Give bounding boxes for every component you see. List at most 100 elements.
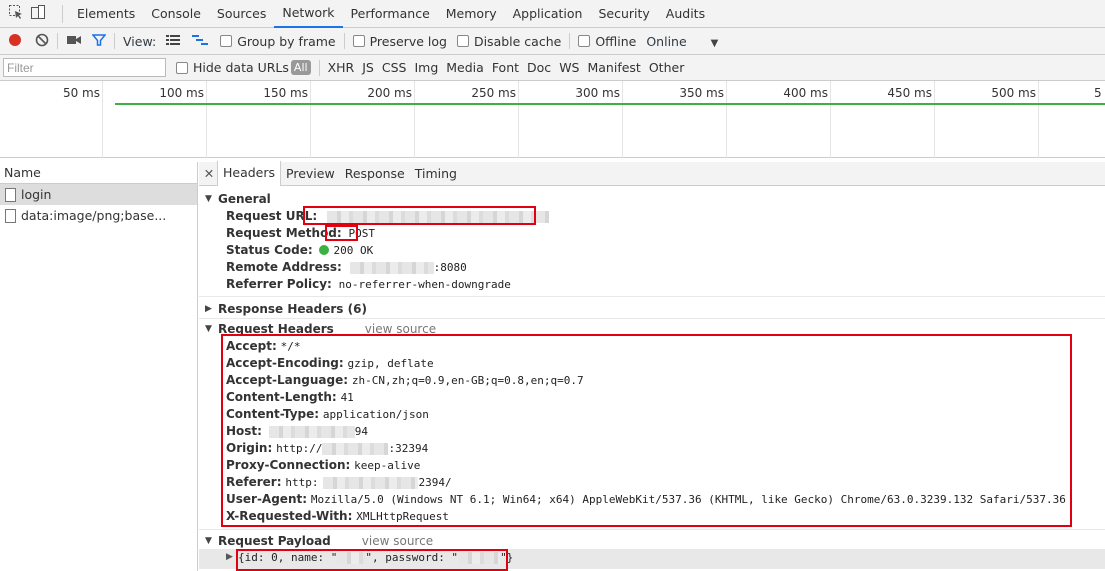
devtools-tabbar: Elements Console Sources Network Perform…: [0, 0, 1105, 28]
close-icon[interactable]: ✕: [201, 166, 217, 181]
filter-type-all[interactable]: All: [290, 60, 311, 75]
tick-label: 50 ms: [62, 86, 100, 100]
record-icon[interactable]: [7, 32, 23, 51]
disable-cache-checkbox[interactable]: Disable cache: [456, 33, 562, 49]
tick-label: 5: [1094, 86, 1102, 100]
url-highlight-box: [303, 206, 536, 225]
checkbox-box: [220, 35, 233, 47]
remote-address-port: :8080: [433, 261, 467, 274]
timeline-overview[interactable]: 50 ms 100 ms 150 ms 200 ms 250 ms 300 ms…: [0, 81, 1105, 158]
filter-type-css[interactable]: CSS: [378, 60, 411, 75]
filter-type-other[interactable]: Other: [645, 60, 689, 75]
tick-label: 400 ms: [783, 86, 828, 100]
status-ok-icon: [319, 245, 330, 255]
detail-tabs: ✕ Headers Preview Response Timing: [199, 161, 1105, 186]
request-row[interactable]: login: [0, 184, 197, 205]
request-timing-bar: [115, 103, 1105, 105]
filter-type-js[interactable]: JS: [358, 60, 378, 75]
grid-line: [934, 81, 935, 158]
tab-security[interactable]: Security: [590, 0, 657, 28]
general-section-header[interactable]: ▼ General: [199, 192, 1105, 206]
filter-separator: [318, 59, 320, 76]
hide-data-urls-checkbox[interactable]: Hide data URLs: [176, 60, 289, 75]
remote-address-row: Remote Address: :8080: [226, 259, 467, 276]
expanded-triangle-icon: ▼: [205, 536, 212, 546]
tab-audits[interactable]: Audits: [658, 0, 713, 28]
devtools-icons: [0, 4, 58, 23]
tick-label: 450 ms: [887, 86, 932, 100]
tab-network[interactable]: Network: [274, 0, 343, 28]
filter-type-media[interactable]: Media: [442, 60, 488, 75]
grid-line: [310, 81, 311, 158]
throttling-select[interactable]: Online ▼: [646, 34, 718, 49]
request-payload-section-header[interactable]: ▼ Request Payload view source: [199, 534, 1105, 548]
checkbox-box: [578, 35, 591, 47]
filter-icon[interactable]: [91, 33, 107, 50]
tab-preview[interactable]: Preview: [281, 162, 340, 186]
tick-label: 200 ms: [367, 86, 412, 100]
tab-application[interactable]: Application: [505, 0, 591, 28]
grid-line: [1038, 81, 1039, 158]
payload-highlight-box: [236, 549, 508, 571]
tab-memory[interactable]: Memory: [438, 0, 505, 28]
name-column-header[interactable]: Name: [0, 162, 197, 184]
toolbar-separator: [57, 33, 58, 49]
request-name: data:image/png;base...: [21, 208, 167, 223]
filter-input[interactable]: [3, 58, 166, 77]
offline-checkbox[interactable]: Offline: [578, 34, 636, 49]
clear-icon[interactable]: [35, 33, 49, 50]
request-row[interactable]: data:image/png;base...: [0, 205, 197, 226]
grid-line: [622, 81, 623, 158]
expanded-triangle-icon: ▼: [205, 324, 212, 334]
grid-line: [206, 81, 207, 158]
view-source-link[interactable]: view source: [362, 534, 433, 548]
filter-type-xhr[interactable]: XHR: [324, 60, 359, 75]
expanded-triangle-icon: ▼: [205, 194, 212, 204]
section-divider: [199, 529, 1105, 530]
request-name: login: [21, 187, 52, 202]
tab-headers[interactable]: Headers: [217, 161, 282, 186]
dropdown-arrow-icon: ▼: [710, 37, 719, 49]
tab-timing[interactable]: Timing: [410, 162, 462, 186]
referrer-policy-row: Referrer Policy: no-referrer-when-downgr…: [226, 276, 511, 293]
status-code-row: Status Code: 200 OK: [226, 242, 373, 259]
tab-elements[interactable]: Elements: [69, 0, 143, 28]
disable-cache-label: Disable cache: [473, 33, 562, 49]
inspect-element-icon[interactable]: [8, 4, 24, 23]
general-title: General: [218, 192, 271, 206]
tab-sources[interactable]: Sources: [209, 0, 274, 28]
tick-label: 350 ms: [679, 86, 724, 100]
request-headers-highlight-box: [221, 334, 1072, 527]
waterfall-icon[interactable]: [192, 34, 209, 49]
status-code-value: 200 OK: [333, 244, 374, 257]
camera-icon[interactable]: [66, 33, 82, 50]
device-toolbar-icon[interactable]: [30, 4, 46, 23]
tick-label: 150 ms: [263, 86, 308, 100]
response-headers-section-header[interactable]: ▶ Response Headers (6): [199, 302, 1105, 316]
group-by-frame-checkbox[interactable]: Group by frame: [220, 34, 336, 49]
checkbox-box: [456, 35, 469, 47]
grid-line: [102, 81, 103, 158]
status-code-label: Status Code:: [226, 243, 313, 257]
method-highlight-box: [325, 225, 358, 241]
section-divider: [199, 318, 1105, 319]
request-payload-title: Request Payload: [218, 534, 331, 548]
tab-response[interactable]: Response: [340, 162, 410, 186]
grid-line: [518, 81, 519, 158]
offline-label: Offline: [595, 33, 637, 49]
filter-type-doc[interactable]: Doc: [523, 60, 555, 75]
filter-type-img[interactable]: Img: [410, 60, 442, 75]
tab-console[interactable]: Console: [143, 0, 209, 28]
remote-address-label: Remote Address:: [226, 260, 342, 274]
tab-performance[interactable]: Performance: [343, 0, 438, 28]
filter-type-ws[interactable]: WS: [555, 60, 583, 75]
filter-type-manifest[interactable]: Manifest: [583, 60, 644, 75]
checkbox-box: [352, 35, 365, 47]
grid-line: [414, 81, 415, 158]
collapsed-triangle-icon: ▶: [205, 304, 212, 314]
large-rows-icon[interactable]: [166, 34, 181, 49]
filter-type-font[interactable]: Font: [488, 60, 523, 75]
tick-label: 500 ms: [991, 86, 1036, 100]
preserve-log-label: Preserve log: [369, 33, 447, 49]
preserve-log-checkbox[interactable]: Preserve log: [352, 33, 447, 49]
